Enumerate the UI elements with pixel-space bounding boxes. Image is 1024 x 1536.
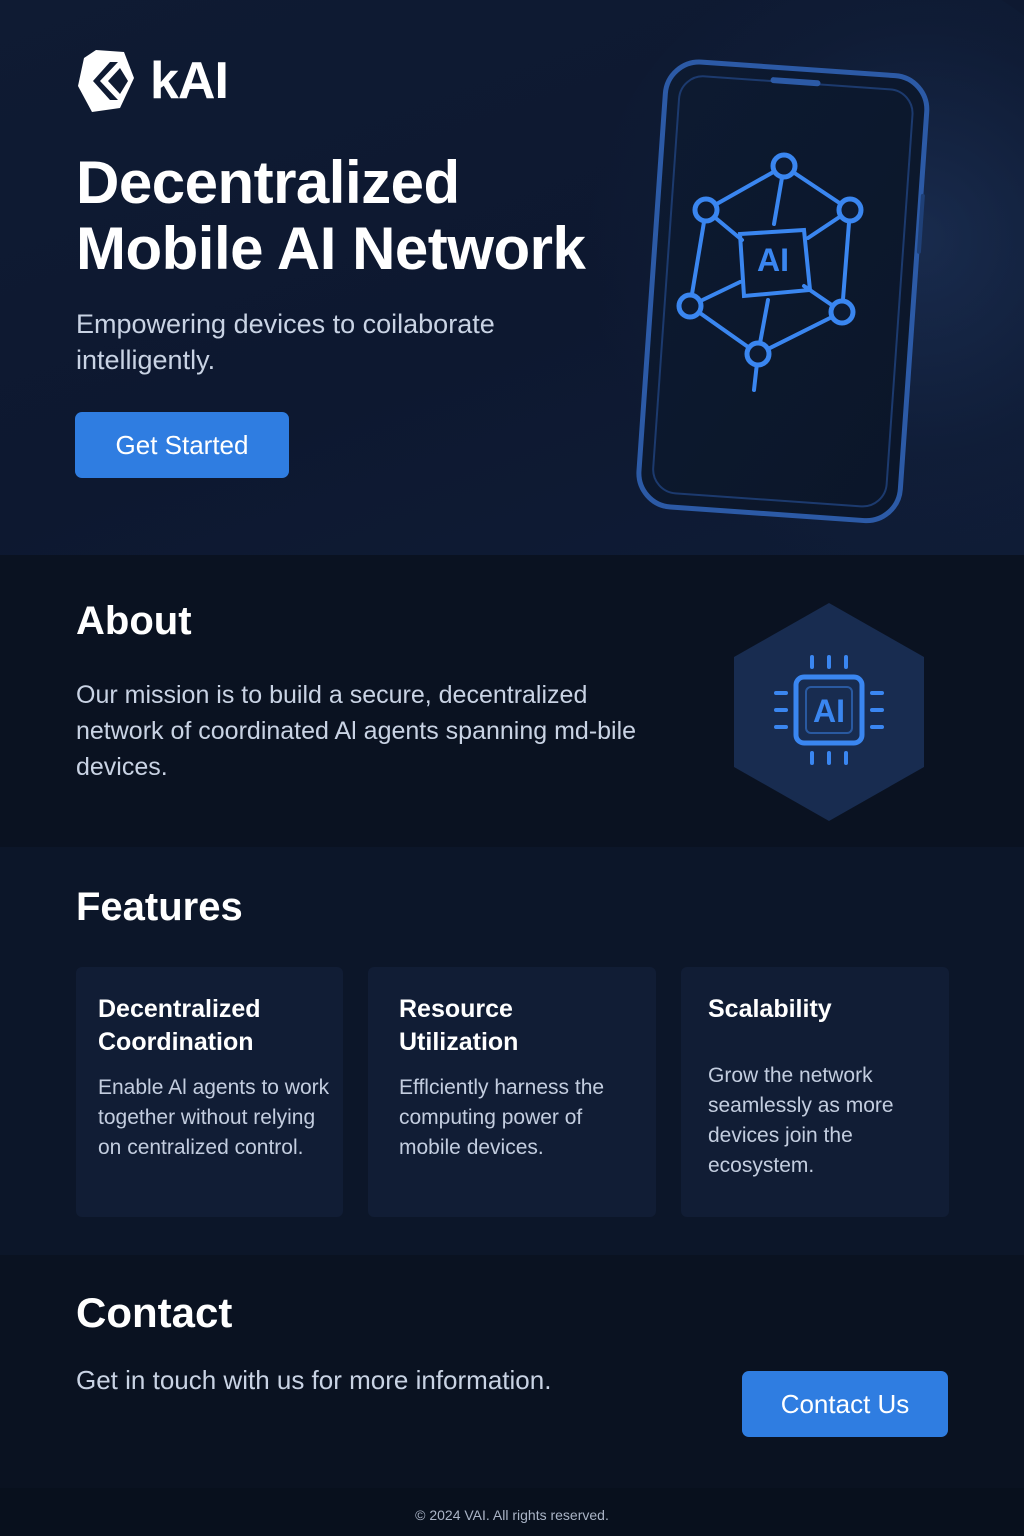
brand-name: kAI (150, 52, 229, 110)
feature-card-text: Efflciently harness the computing power … (399, 1076, 605, 1159)
contact-us-button[interactable]: Contact Us (742, 1371, 948, 1437)
contact-section: Contact Get in touch with us for more in… (0, 1255, 1024, 1488)
feature-card-decentralized-coordination: Decentralized Coordination Enable Al age… (76, 967, 343, 1217)
hero-title: Decentralized Mobile AI Network (76, 150, 636, 282)
feature-card-text: Enable Al agents to work together withou… (98, 1076, 330, 1159)
chip-ai-label: AI (813, 693, 845, 729)
phone-ai-label: AI (757, 242, 789, 278)
smartphone-ai-network-icon: AI (636, 59, 930, 524)
hero-subtitle: Empowering devices to coilaborate intell… (76, 309, 495, 375)
about-section: About Our mission is to build a secure, … (0, 555, 1024, 847)
about-text: Our mission is to build a secure, decent… (76, 681, 637, 781)
hexagon-k-logo-icon (78, 50, 134, 112)
get-started-button[interactable]: Get Started (75, 412, 289, 478)
ai-chip-hexagon-icon: AI (734, 603, 924, 821)
hero-section: kAI Decentralized Mobile AI Network Empo… (0, 0, 1024, 555)
feature-card-title: Decentralized Coordination (98, 995, 261, 1056)
footer: © 2024 VAI. All rights reserved. (0, 1488, 1024, 1536)
feature-card-scalability: Scalability Grow the network seamlessly … (681, 967, 949, 1217)
contact-title: Contact (76, 1289, 233, 1336)
brand-logo[interactable]: kAI (76, 48, 229, 114)
footer-copyright: © 2024 VAI. All rights reserved. (415, 1507, 609, 1523)
feature-card-title: Scalability (708, 995, 832, 1023)
feature-card-text: Grow the network seamlessly as more devi… (708, 1064, 894, 1177)
feature-card-resource-utilization: Resource Utilization Efflciently harness… (368, 967, 656, 1217)
feature-card-title: Resource Utilization (399, 995, 519, 1056)
hero-title-line-1: Decentralized (76, 149, 460, 216)
features-section: Features Decentralized Coordination Enab… (0, 847, 1024, 1255)
about-title: About (76, 599, 192, 643)
features-title: Features (76, 885, 243, 929)
contact-text: Get in touch with us for more informatio… (76, 1365, 552, 1395)
hero-title-line-2: Mobile AI Network (76, 215, 586, 282)
